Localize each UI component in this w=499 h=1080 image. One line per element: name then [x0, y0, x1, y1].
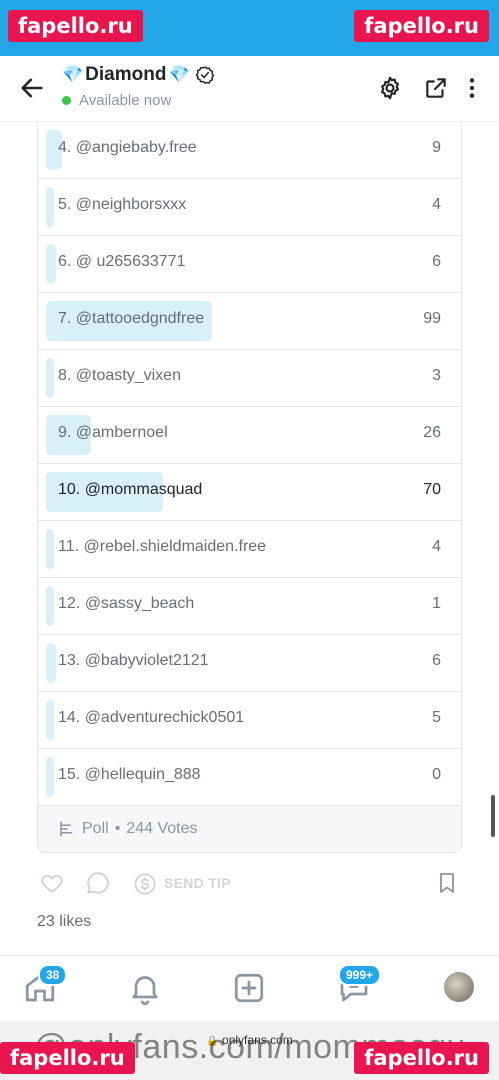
post-actions: SEND TIP [37, 868, 462, 900]
watermark-top-left: fapello.ru [8, 10, 143, 42]
dollar-icon[interactable] [133, 872, 157, 896]
add-post-icon[interactable] [231, 970, 267, 1006]
poll-option-count: 1 [432, 595, 441, 612]
poll-option-label: 9. @ambernoel [58, 424, 168, 441]
share-icon[interactable] [423, 75, 449, 101]
chat-header: 💎 Diamond 💎 Available now [0, 56, 499, 122]
poll-option-count: 3 [432, 367, 441, 384]
back-arrow-icon[interactable] [18, 74, 46, 102]
poll-option-count: 0 [432, 766, 441, 783]
profile-name: Diamond [85, 64, 167, 85]
poll-option-label: 7. @tattooedgndfree [58, 310, 205, 327]
poll-footer: Poll • 244 Votes [38, 806, 461, 852]
profile-title[interactable]: 💎 Diamond 💎 [62, 64, 215, 86]
verified-badge-icon [195, 66, 215, 84]
diamond-emoji-left: 💎 [62, 65, 84, 84]
poll-option-row[interactable]: 15. @hellequin_888 0 [38, 749, 461, 806]
poll-votes: 244 Votes [126, 820, 198, 837]
poll-option-bar [46, 643, 56, 683]
poll-option-bar [46, 244, 56, 284]
bookmark-icon[interactable] [435, 870, 459, 896]
poll-option-label: 12. @sassy_beach [58, 595, 195, 612]
availability-status: Available now [62, 92, 171, 109]
poll-option-row[interactable]: 6. @ u265633771 6 [38, 236, 461, 293]
poll-option-count: 6 [432, 253, 441, 270]
likes-count[interactable]: 23 likes [37, 913, 91, 931]
poll-separator: • [114, 820, 121, 837]
poll-option-bar [46, 700, 54, 740]
poll-option-label: 6. @ u265633771 [58, 253, 186, 270]
poll-option-label: 8. @toasty_vixen [58, 367, 181, 384]
poll-option-label: 4. @angiebaby.free [58, 139, 197, 156]
poll-card: 15. @hellequin_888 0 14. @adventurechick05… [37, 122, 462, 853]
bell-icon[interactable] [127, 970, 163, 1006]
poll-option-count: 9 [432, 139, 441, 156]
poll-option-row[interactable]: 8. @toasty_vixen 3 [38, 350, 461, 407]
poll-option-label: 14. @adventurechick0501 [58, 709, 245, 726]
more-options-icon[interactable] [462, 75, 482, 101]
status-text: Available now [79, 92, 172, 109]
poll-option-count: 4 [432, 538, 441, 555]
poll-option-label: 11. @rebel.shieldmaiden.free [58, 538, 267, 555]
watermark-bottom-left: fapello.ru [0, 1042, 135, 1074]
heart-icon[interactable] [39, 870, 65, 896]
comment-icon[interactable] [85, 870, 111, 896]
poll-option-row[interactable]: 14. @adventurechick0501 5 [38, 692, 461, 749]
gear-icon[interactable] [377, 75, 403, 101]
scrollbar[interactable] [491, 795, 495, 837]
poll-option-count: 4 [432, 196, 441, 213]
poll-option-bar [46, 757, 54, 797]
avatar[interactable] [444, 972, 474, 1002]
poll-option-bar [46, 586, 54, 626]
poll-option-label: 13. @babyviolet2121 [58, 652, 209, 669]
online-indicator [62, 96, 71, 105]
poll-label: Poll [82, 820, 109, 837]
poll-option-count: 70 [423, 481, 441, 498]
poll-option-row[interactable]: 7. @tattooedgndfree 99 [38, 293, 461, 350]
poll-option-count: 6 [432, 652, 441, 669]
poll-option-count: 5 [432, 709, 441, 726]
poll-option-row[interactable]: 12. @sassy_beach 1 [38, 578, 461, 635]
home-notification-badge: 38 [38, 964, 68, 986]
poll-option-count: 26 [423, 424, 441, 441]
poll-option-row[interactable]: 13. @babyviolet2121 6 [38, 635, 461, 692]
poll-option-row[interactable]: 5. @neighborsxxx 4 [38, 179, 461, 236]
bottom-navigation: 38 999+ [0, 955, 499, 1021]
poll-option-row[interactable]: 4. @angiebaby.free 9 [38, 122, 461, 179]
messages-badge: 999+ [338, 964, 382, 986]
poll-option-row[interactable]: 9. @ambernoel 26 [38, 407, 461, 464]
send-tip-button[interactable]: SEND TIP [164, 875, 231, 891]
poll-option-row[interactable]: 10. @mommasquad 70 [38, 464, 461, 521]
watermark-bottom-right: fapello.ru [354, 1042, 489, 1074]
poll-icon [60, 821, 73, 837]
watermark-top-right: fapello.ru [354, 10, 489, 42]
poll-option-count: 99 [423, 310, 441, 327]
poll-option-bar [46, 187, 54, 227]
poll-option-row[interactable]: 11. @rebel.shieldmaiden.free 4 [38, 521, 461, 578]
poll-option-bar [46, 358, 54, 398]
diamond-emoji-right: 💎 [168, 65, 190, 84]
poll-option-label: 10. @mommasquad [58, 481, 203, 498]
poll-option-label: 15. @hellequin_888 [58, 766, 201, 783]
poll-option-bar [46, 529, 54, 569]
poll-option-label: 5. @neighborsxxx [58, 196, 187, 213]
